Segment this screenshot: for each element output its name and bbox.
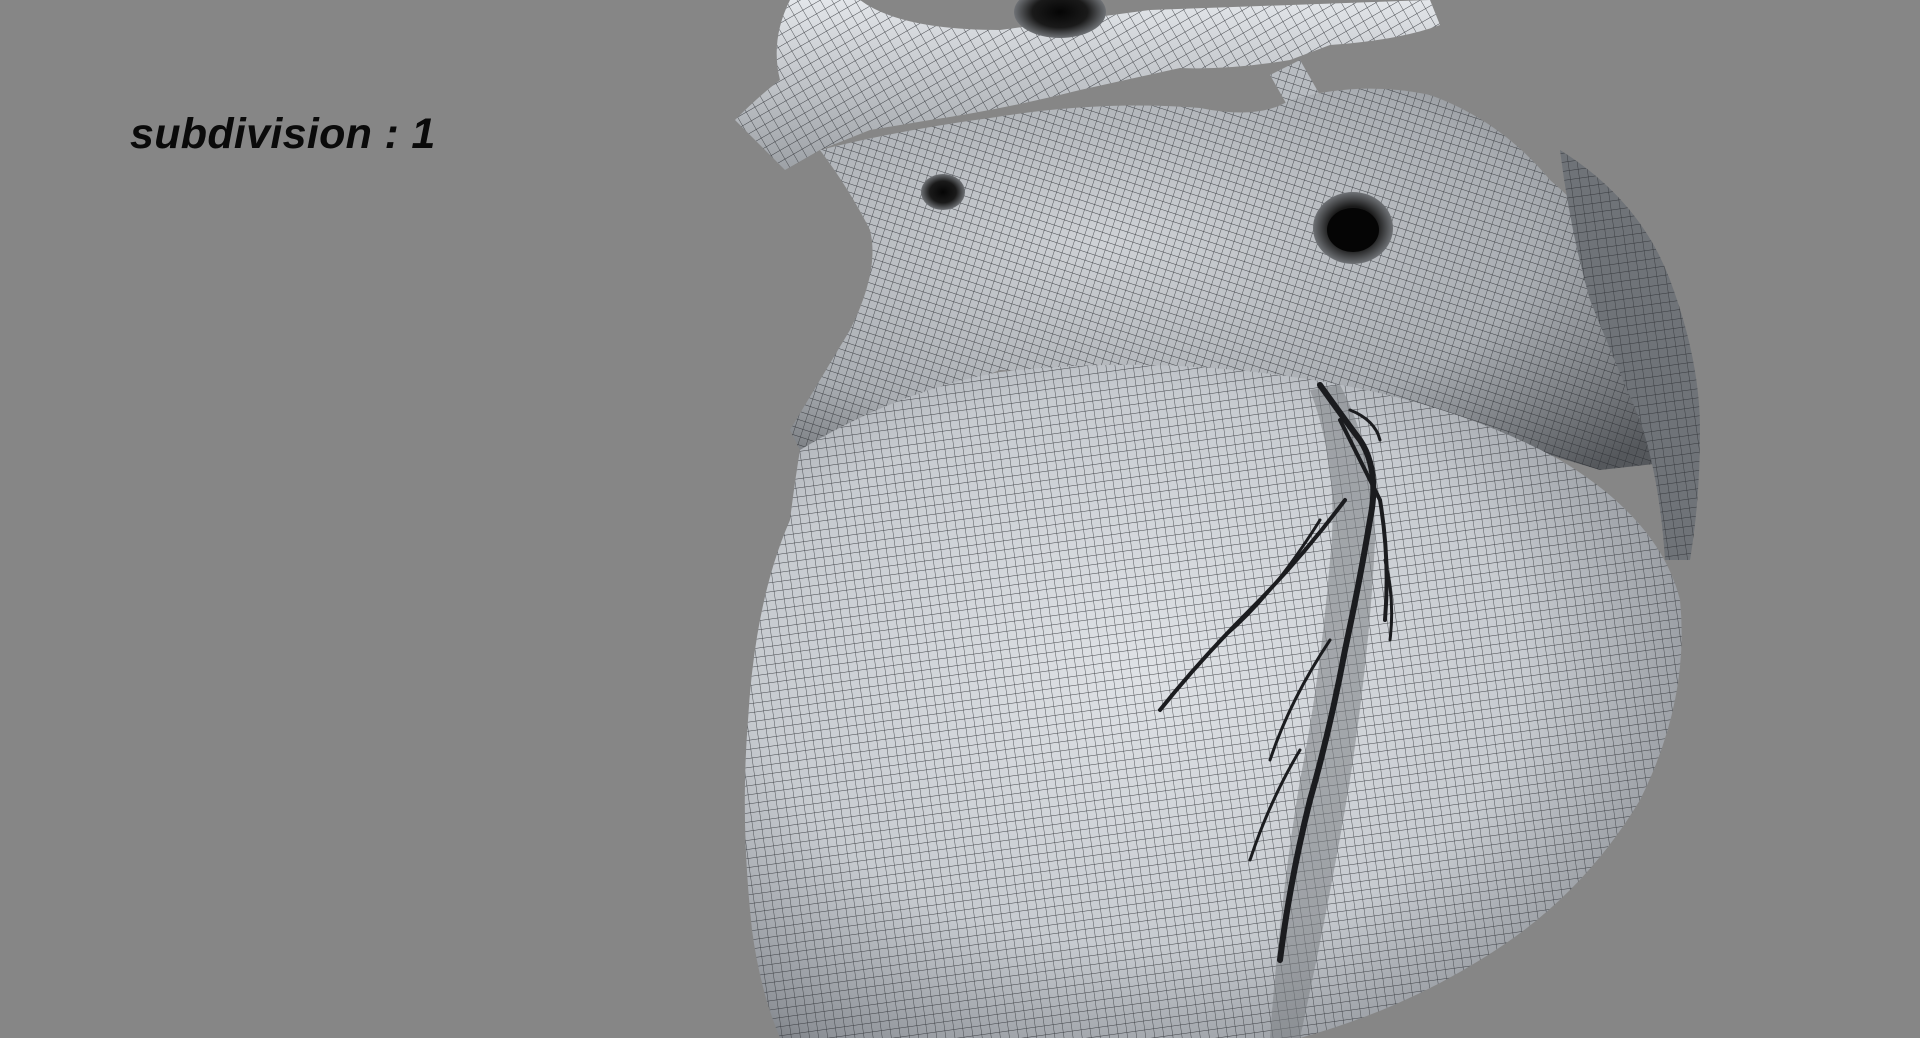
heart-mesh-model [735,0,1700,1038]
3d-viewport[interactable]: subdivision : 1 [0,0,1920,1038]
pulmonary-vein-opening-left [921,174,965,210]
ventricles [744,364,1682,1038]
